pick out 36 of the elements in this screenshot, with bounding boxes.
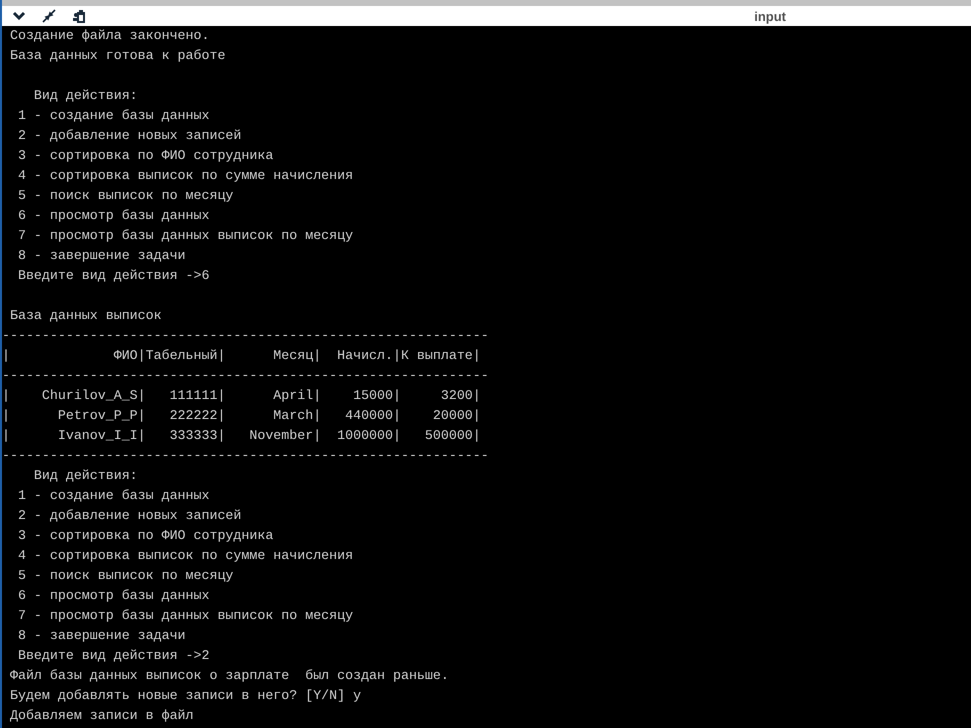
console-line: 5 - поиск выписок по месяцу (16, 567, 234, 585)
console-line: 4 - сортировка выписок по сумме начисления (16, 547, 354, 565)
console-line: 1 - создание базы данных (16, 487, 210, 505)
chevron-down-icon[interactable] (12, 11, 26, 21)
console-line: | Churilov_A_S| 111111| April| 15000| 3200| (2, 387, 481, 405)
console-line: ------------------------------------------------------------- (2, 327, 489, 345)
console-line: 2 - добавление новых записей (16, 127, 242, 145)
console-line: Введите вид действия ->6 (16, 267, 210, 285)
collapse-arrows-icon[interactable] (42, 9, 56, 23)
console-line: Создание файла закончено. (8, 27, 210, 45)
console-line: Файл базы данных выписок о зарплате был создан раньше. (8, 667, 449, 685)
console-line: Введите вид действия ->2 (16, 647, 210, 665)
console-line: 2 - добавление новых записей (16, 507, 242, 525)
console-line: Вид действия: (32, 467, 138, 485)
console-line: 6 - просмотр базы данных (16, 587, 210, 605)
console-line: | Petrov_P_P| 222222| March| 440000| 20000| (2, 407, 481, 425)
console-line: | Ivanov_I_I| 333333| November| 1000000| 500000| (2, 427, 481, 445)
window-title: input (754, 8, 786, 24)
console-line: Вид действия: (32, 87, 138, 105)
console-line: 1 - создание базы данных (16, 107, 210, 125)
console-line: 8 - завершение задачи (16, 247, 186, 265)
console-line: База данных готова к работе (8, 47, 226, 65)
console-line: 5 - поиск выписок по месяцу (16, 187, 234, 205)
console-line: 7 - просмотр базы данных выписок по месяцу (16, 607, 354, 625)
console-line: 7 - просмотр базы данных выписок по месяцу (16, 227, 354, 245)
console-line: ------------------------------------------------------------- (2, 447, 489, 465)
console-line: Добавляем записи в файл (8, 707, 194, 725)
console-line: ------------------------------------------------------------- (2, 367, 489, 385)
console-line: 3 - сортировка по ФИО сотрудника (16, 147, 274, 165)
console-line: 8 - завершение задачи (16, 627, 186, 645)
console-line: 4 - сортировка выписок по сумме начисления (16, 167, 354, 185)
console-line: База данных выписок (8, 307, 162, 325)
console-line: 3 - сортировка по ФИО сотрудника (16, 527, 274, 545)
console-line: | ФИО|Табельный| Месяц| Начисл.|К выплате| (2, 347, 481, 365)
console-line: 6 - просмотр базы данных (16, 207, 210, 225)
console-line: Будем добавлять новые записи в него? [Y/N] y (8, 687, 362, 705)
